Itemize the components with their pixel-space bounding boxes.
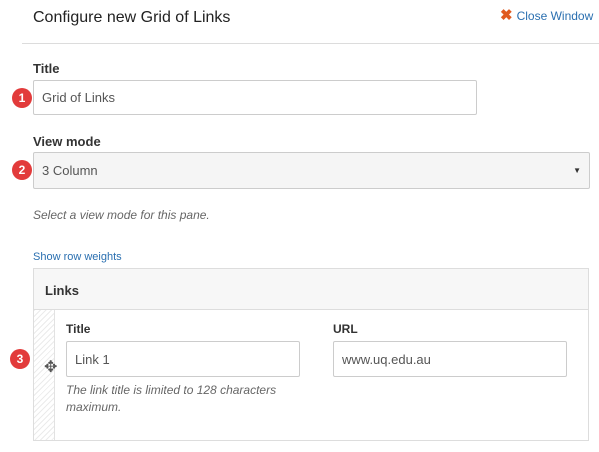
link-title-help: The link title is limited to 128 charact… (66, 382, 276, 416)
link-title-help-line-2: maximum. (66, 400, 122, 414)
view-mode-select[interactable]: 3 Column ▼ (33, 152, 590, 189)
links-table: Links ✥ Title The link title is limited … (33, 268, 589, 441)
show-row-weights-link[interactable]: Show row weights (33, 251, 122, 263)
header-divider (22, 43, 599, 44)
dialog-title: Configure new Grid of Links (33, 9, 231, 26)
close-x-icon[interactable]: ✖ (500, 8, 513, 23)
close-window-link[interactable]: ✖ Close Window (500, 8, 594, 23)
links-header-label: Links (45, 283, 79, 298)
view-mode-selected-value: 3 Column (42, 163, 98, 178)
close-window-label[interactable]: Close Window (517, 9, 594, 23)
annotation-badge-2: 2 (12, 160, 32, 180)
annotation-badge-1: 1 (12, 88, 32, 108)
link-url-input[interactable] (333, 341, 567, 377)
view-mode-label: View mode (33, 134, 101, 149)
title-input[interactable] (33, 80, 477, 115)
link-title-help-line-1: The link title is limited to 128 charact… (66, 383, 277, 397)
annotation-badge-3: 3 (10, 349, 30, 369)
title-label: Title (33, 61, 60, 76)
view-mode-help: Select a view mode for this pane. (33, 208, 210, 222)
link-url-label: URL (333, 322, 358, 336)
link-title-label: Title (66, 322, 91, 336)
links-table-header: Links (34, 269, 588, 310)
chevron-down-icon: ▼ (573, 166, 581, 175)
link-title-input[interactable] (66, 341, 300, 377)
move-handle-icon[interactable]: ✥ (44, 360, 57, 376)
